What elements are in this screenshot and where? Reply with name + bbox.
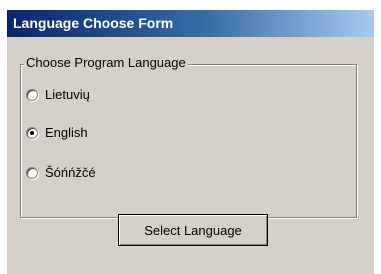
radio-selected-dot xyxy=(30,131,34,135)
form-client-area: Choose Program Language Lietuvių English… xyxy=(7,37,374,274)
window-title: Language Choose Form xyxy=(13,15,174,31)
radio-button-lithuanian[interactable] xyxy=(26,89,38,101)
radio-label-third-language[interactable]: Šóńńžčé xyxy=(45,163,96,183)
radio-label-lithuanian[interactable]: Lietuvių xyxy=(45,85,90,105)
language-choose-window: Language Choose Form Choose Program Lang… xyxy=(0,0,381,274)
radio-label-english[interactable]: English xyxy=(45,123,88,143)
radio-button-english[interactable] xyxy=(26,127,38,139)
select-language-button[interactable]: Select Language xyxy=(118,214,268,246)
radio-button-third-language[interactable] xyxy=(26,167,38,179)
radio-option-third-language[interactable]: Šóńńžčé xyxy=(26,163,96,183)
groupbox-legend: Choose Program Language xyxy=(24,54,188,72)
window-title-bar[interactable]: Language Choose Form xyxy=(7,10,374,37)
radio-option-english[interactable]: English xyxy=(26,123,88,143)
radio-option-lithuanian[interactable]: Lietuvių xyxy=(26,85,90,105)
